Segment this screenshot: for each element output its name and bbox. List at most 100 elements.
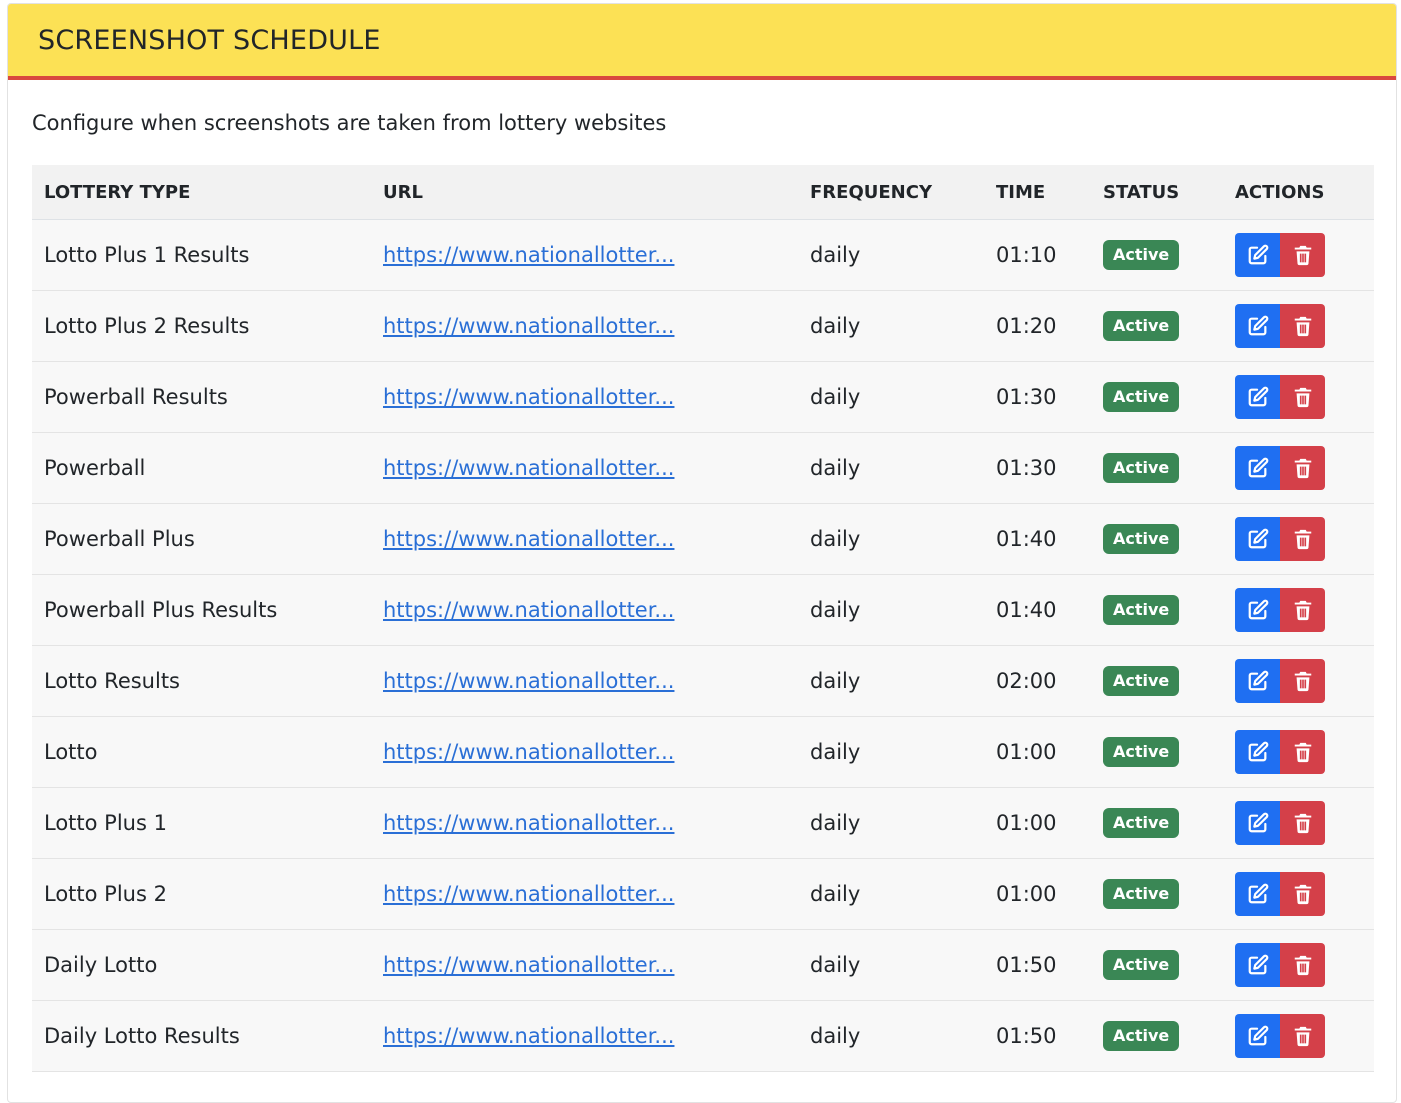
status-badge: Active: [1103, 879, 1180, 909]
action-buttons: [1235, 233, 1325, 277]
time-cell: 01:00: [984, 787, 1091, 859]
frequency-cell: daily: [798, 290, 984, 362]
url-link[interactable]: https://www.nationallotter...: [383, 882, 674, 906]
edit-icon: [1248, 954, 1268, 975]
edit-icon: [1248, 315, 1268, 336]
trash-icon: [1294, 955, 1311, 976]
lottery-type-cell: Powerball Results: [32, 361, 371, 433]
lottery-type: Lotto Plus 2: [44, 882, 167, 906]
actions-cell: [1223, 503, 1374, 575]
delete-button[interactable]: [1280, 375, 1325, 419]
time: 02:00: [996, 669, 1057, 693]
edit-button[interactable]: [1235, 943, 1280, 987]
delete-button[interactable]: [1280, 801, 1325, 845]
url-cell: https://www.nationallotter...: [371, 361, 798, 433]
status-cell: Active: [1091, 574, 1223, 646]
delete-button[interactable]: [1280, 588, 1325, 632]
edit-button[interactable]: [1235, 304, 1280, 348]
url-link[interactable]: https://www.nationallotter...: [383, 456, 674, 480]
status-badge: Active: [1103, 453, 1180, 483]
url-link[interactable]: https://www.nationallotter...: [383, 740, 674, 764]
lottery-type: Powerball Results: [44, 385, 228, 409]
time-cell: 01:00: [984, 858, 1091, 930]
frequency-cell: daily: [798, 432, 984, 504]
delete-button[interactable]: [1280, 659, 1325, 703]
frequency: daily: [810, 882, 861, 906]
edit-icon: [1248, 386, 1268, 407]
frequency-cell: daily: [798, 645, 984, 717]
table-row: Lotto https://www.nationallotter... dail…: [32, 716, 1374, 788]
status-badge: Active: [1103, 382, 1180, 412]
url-link[interactable]: https://www.nationallotter...: [383, 598, 674, 622]
edit-button[interactable]: [1235, 872, 1280, 916]
edit-button[interactable]: [1235, 1014, 1280, 1058]
time: 01:40: [996, 527, 1057, 551]
time: 01:00: [996, 882, 1057, 906]
table-row: Lotto Plus 1 https://www.nationallotter.…: [32, 787, 1374, 859]
card-header: SCREENSHOT SCHEDULE: [8, 4, 1396, 80]
edit-button[interactable]: [1235, 588, 1280, 632]
edit-icon: [1248, 883, 1268, 904]
status-cell: Active: [1091, 361, 1223, 433]
edit-button[interactable]: [1235, 233, 1280, 277]
lottery-type-cell: Daily Lotto Results: [32, 1000, 371, 1072]
url-link[interactable]: https://www.nationallotter...: [383, 527, 674, 551]
status-badge: Active: [1103, 737, 1180, 767]
url-cell: https://www.nationallotter...: [371, 432, 798, 504]
edit-button[interactable]: [1235, 659, 1280, 703]
lottery-type-cell: Powerball Plus Results: [32, 574, 371, 646]
actions-cell: [1223, 787, 1374, 859]
delete-button[interactable]: [1280, 872, 1325, 916]
delete-button[interactable]: [1280, 730, 1325, 774]
delete-button[interactable]: [1280, 446, 1325, 490]
status-badge: Active: [1103, 1021, 1180, 1051]
status-cell: Active: [1091, 1000, 1223, 1072]
delete-button[interactable]: [1280, 233, 1325, 277]
delete-button[interactable]: [1280, 1014, 1325, 1058]
lottery-type: Powerball: [44, 456, 146, 480]
status-cell: Active: [1091, 645, 1223, 717]
status-cell: Active: [1091, 503, 1223, 575]
action-buttons: [1235, 1014, 1325, 1058]
lottery-type: Lotto: [44, 740, 98, 764]
url-link[interactable]: https://www.nationallotter...: [383, 1024, 674, 1048]
lottery-type-cell: Lotto Plus 1: [32, 787, 371, 859]
url-cell: https://www.nationallotter...: [371, 787, 798, 859]
schedule-table: LOTTERY TYPE URL FREQUENCY TIME STATUS A…: [32, 165, 1374, 1072]
frequency-cell: daily: [798, 503, 984, 575]
action-buttons: [1235, 304, 1325, 348]
time-cell: 01:40: [984, 574, 1091, 646]
url-link[interactable]: https://www.nationallotter...: [383, 314, 674, 338]
url-link[interactable]: https://www.nationallotter...: [383, 243, 674, 267]
frequency-cell: daily: [798, 219, 984, 291]
edit-button[interactable]: [1235, 446, 1280, 490]
edit-button[interactable]: [1235, 730, 1280, 774]
column-header-status: STATUS: [1091, 165, 1223, 220]
status-cell: Active: [1091, 787, 1223, 859]
lottery-type-cell: Lotto Plus 2 Results: [32, 290, 371, 362]
frequency-cell: daily: [798, 858, 984, 930]
status-cell: Active: [1091, 716, 1223, 788]
edit-button[interactable]: [1235, 801, 1280, 845]
actions-cell: [1223, 432, 1374, 504]
actions-cell: [1223, 361, 1374, 433]
frequency: daily: [810, 598, 861, 622]
action-buttons: [1235, 872, 1325, 916]
url-link[interactable]: https://www.nationallotter...: [383, 385, 674, 409]
frequency: daily: [810, 527, 861, 551]
delete-button[interactable]: [1280, 304, 1325, 348]
edit-button[interactable]: [1235, 375, 1280, 419]
edit-button[interactable]: [1235, 517, 1280, 561]
url-link[interactable]: https://www.nationallotter...: [383, 953, 674, 977]
url-link[interactable]: https://www.nationallotter...: [383, 669, 674, 693]
actions-cell: [1223, 219, 1374, 291]
status-badge: Active: [1103, 808, 1180, 838]
lottery-type: Daily Lotto: [44, 953, 158, 977]
edit-icon: [1248, 244, 1268, 265]
edit-icon: [1248, 528, 1268, 549]
lottery-type: Powerball Plus: [44, 527, 195, 551]
delete-button[interactable]: [1280, 517, 1325, 561]
status-cell: Active: [1091, 858, 1223, 930]
url-link[interactable]: https://www.nationallotter...: [383, 811, 674, 835]
delete-button[interactable]: [1280, 943, 1325, 987]
